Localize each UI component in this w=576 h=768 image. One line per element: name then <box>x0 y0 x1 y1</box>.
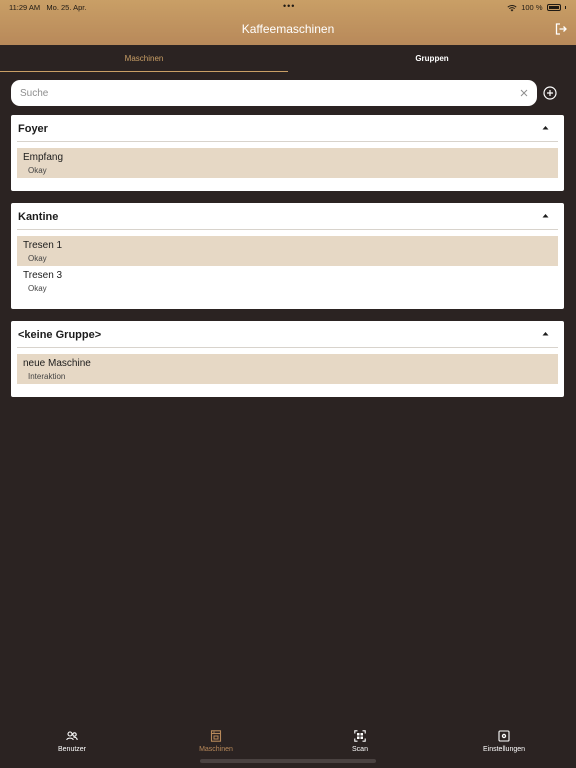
settings-icon <box>498 730 510 742</box>
machine-row[interactable]: Empfang Okay <box>17 148 558 178</box>
group-title: Kantine <box>18 211 59 223</box>
page-title: Kaffeemaschinen <box>241 22 335 36</box>
status-clock: 11:29 AM <box>9 3 41 12</box>
nav-maschinen[interactable]: Maschinen <box>144 730 288 753</box>
machine-name: Tresen 3 <box>23 270 63 281</box>
multitasking-dots[interactable]: ••• <box>283 1 295 11</box>
divider <box>17 347 558 348</box>
machine-name: neue Maschine <box>23 358 91 369</box>
machine-status: Interaktion <box>28 372 66 381</box>
users-icon <box>66 731 78 741</box>
qr-scan-icon <box>354 730 366 742</box>
nav-label: Scan <box>352 746 368 753</box>
nav-einstellungen[interactable]: Einstellungen <box>432 730 576 753</box>
divider <box>17 229 558 230</box>
divider <box>17 141 558 142</box>
group-title: Foyer <box>18 123 48 135</box>
search-input[interactable] <box>20 80 510 106</box>
machine-status: Okay <box>28 166 47 175</box>
group-card-keine-gruppe: <keine Gruppe> neue Maschine Interaktion <box>11 321 564 397</box>
chevron-up-icon[interactable] <box>542 331 549 336</box>
group-header[interactable]: <keine Gruppe> <box>11 321 564 347</box>
machine-row[interactable]: Tresen 1 Okay <box>17 236 558 266</box>
nav-label: Einstellungen <box>482 746 526 753</box>
machine-name: Empfang <box>23 152 64 163</box>
logout-icon[interactable] <box>555 23 567 35</box>
status-right: 100 % <box>507 3 566 12</box>
machine-name: Tresen 1 <box>23 240 63 251</box>
home-indicator[interactable] <box>200 759 376 763</box>
status-bar: 11:29 AM Mo. 25. Apr. ••• 100 % <box>0 0 576 14</box>
status-date: Mo. 25. Apr. <box>46 3 87 12</box>
tab-gruppen[interactable]: Gruppen <box>288 45 576 72</box>
search-bar <box>11 80 537 106</box>
machine-row[interactable]: Tresen 3 Okay <box>17 266 558 296</box>
tab-maschinen[interactable]: Maschinen <box>0 45 288 72</box>
battery-percent: 100 % <box>521 3 543 12</box>
machine-status: Okay <box>28 284 47 293</box>
chevron-up-icon[interactable] <box>542 213 549 218</box>
machine-status: Okay <box>28 254 47 263</box>
app-header: 11:29 AM Mo. 25. Apr. ••• 100 % Kaffeema… <box>0 0 576 45</box>
group-card-foyer: Foyer Empfang Okay <box>11 115 564 191</box>
nav-label: Benutzer <box>57 746 87 753</box>
nav-scan[interactable]: Scan <box>288 730 432 753</box>
coffee-machine-icon <box>210 730 222 742</box>
group-card-kantine: Kantine Tresen 1 Okay Tresen 3 Okay <box>11 203 564 309</box>
add-machine-icon[interactable] <box>543 86 557 100</box>
nav-benutzer[interactable]: Benutzer <box>0 730 144 753</box>
segment-tabs: Maschinen Gruppen <box>0 45 576 73</box>
machine-row[interactable]: neue Maschine Interaktion <box>17 354 558 384</box>
wifi-icon <box>507 4 517 11</box>
status-time: 11:29 AM Mo. 25. Apr. <box>9 3 86 12</box>
battery-icon <box>546 4 561 11</box>
nav-label: Maschinen <box>199 746 233 753</box>
clear-search-icon[interactable] <box>519 88 529 98</box>
chevron-up-icon[interactable] <box>542 125 549 130</box>
group-title: <keine Gruppe> <box>18 329 102 341</box>
group-header[interactable]: Foyer <box>11 115 564 141</box>
battery-tip <box>564 6 566 9</box>
group-header[interactable]: Kantine <box>11 203 564 229</box>
